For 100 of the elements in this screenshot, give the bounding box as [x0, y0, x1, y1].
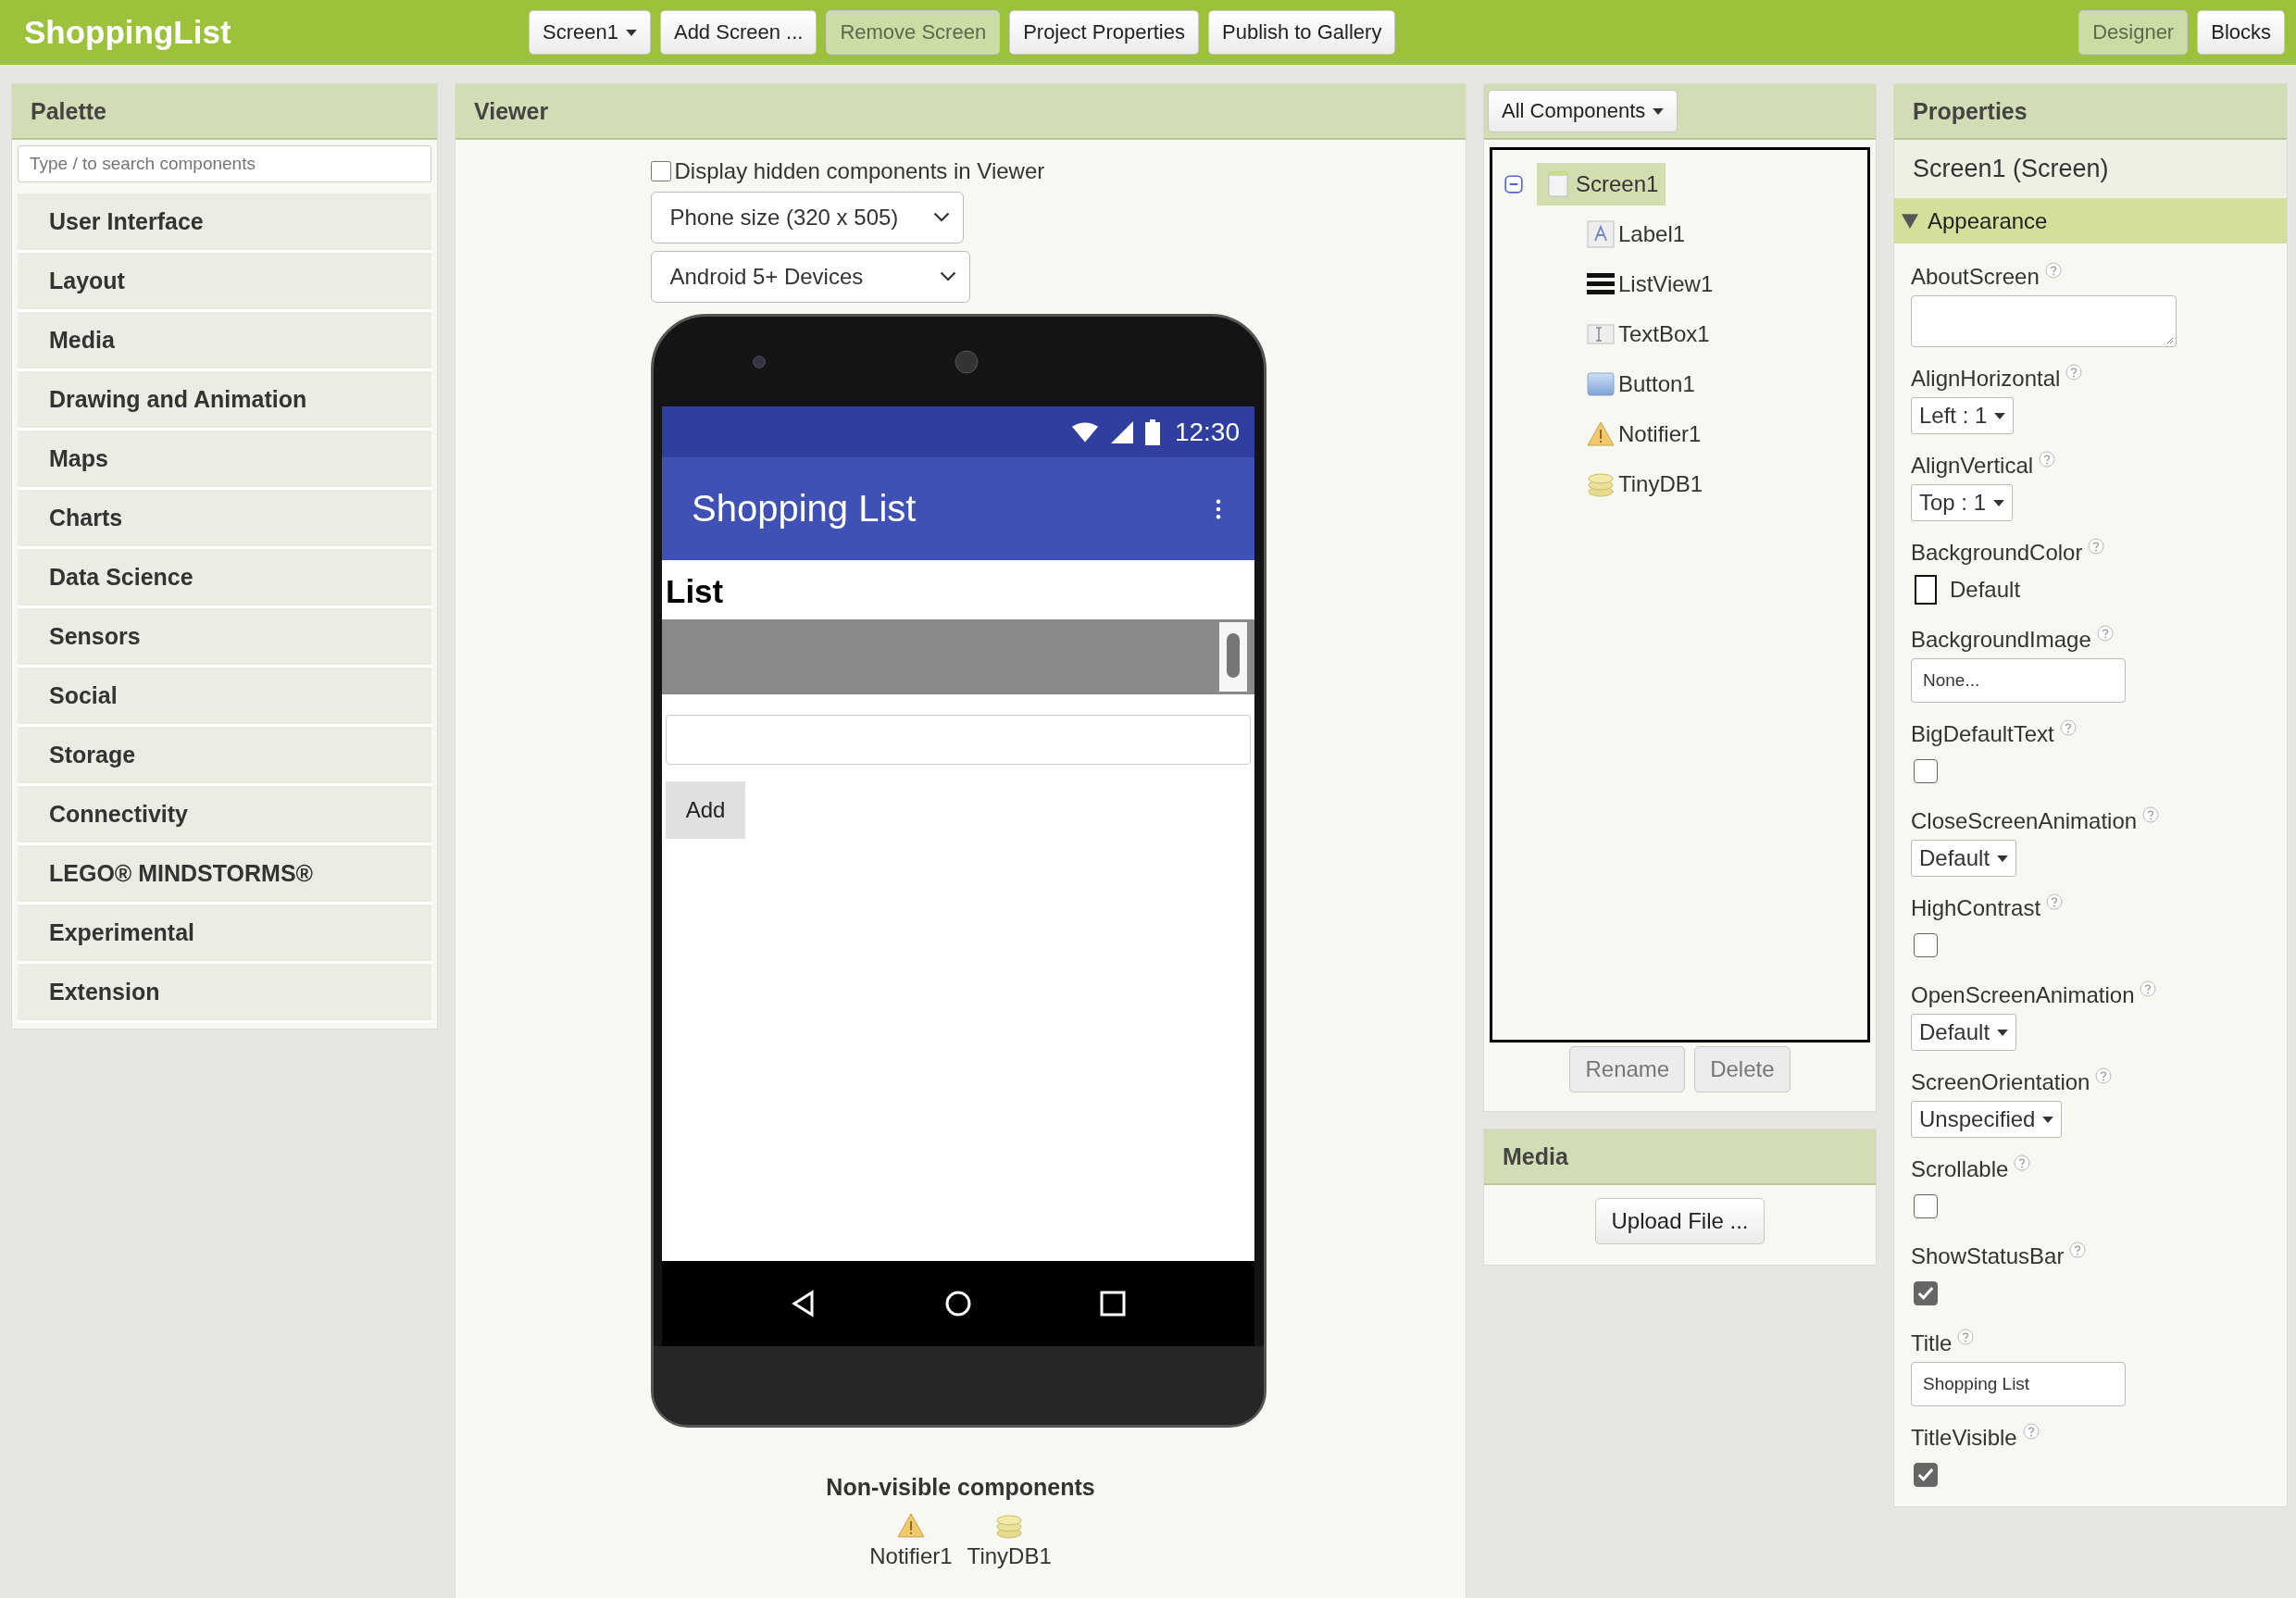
palette-category[interactable]: Storage — [18, 727, 431, 786]
device-select[interactable]: Android 5+ Devices — [650, 251, 970, 303]
palette-category[interactable]: Maps — [18, 431, 431, 490]
property-label: ScreenOrientation — [1911, 1069, 2090, 1095]
add-button[interactable]: Add — [666, 781, 745, 839]
palette-category[interactable]: Sensors — [18, 608, 431, 668]
panel-header: Palette — [12, 84, 437, 140]
help-icon[interactable] — [2059, 719, 2077, 736]
upload-button[interactable]: Upload File ... — [1595, 1198, 1765, 1244]
phone-size-select[interactable]: Phone size (320 x 505) — [650, 192, 964, 243]
tree-item[interactable]: Label1 — [1579, 213, 1693, 256]
non-visible-title: Non-visible components — [825, 1474, 1096, 1501]
collapse-icon[interactable] — [1504, 174, 1524, 194]
checkbox[interactable] — [650, 161, 671, 181]
recents-icon[interactable] — [1098, 1290, 1127, 1317]
help-icon[interactable] — [1957, 1329, 1975, 1345]
palette-category[interactable]: Social — [18, 668, 431, 727]
screen-dropdown[interactable]: Screen1 — [529, 10, 651, 55]
view-toggle-button[interactable]: Designer — [2078, 10, 2189, 55]
status-time: 12:30 — [1174, 417, 1240, 447]
palette-category[interactable]: LEGO® MINDSTORMS® — [18, 845, 431, 905]
color-value[interactable]: Default — [1950, 577, 2021, 603]
caret-icon — [1994, 412, 2006, 419]
palette-category[interactable]: Media — [18, 312, 431, 371]
caret-icon — [1993, 499, 2005, 506]
text-field[interactable]: Shopping List — [1911, 1362, 2126, 1406]
toolbar-button[interactable]: Project Properties — [1009, 10, 1199, 55]
list-label: List — [665, 572, 725, 611]
battery-icon — [1144, 418, 1160, 445]
palette-category[interactable]: User Interface — [18, 194, 431, 253]
property-dropdown[interactable]: Default — [1911, 840, 2017, 877]
wifi-icon — [1070, 419, 1099, 444]
property-label: AlignVertical — [1911, 453, 2034, 479]
checkbox-label: Display hidden components in Viewer — [674, 158, 1045, 184]
palette-category[interactable]: Experimental — [18, 905, 431, 964]
help-icon[interactable] — [2022, 1423, 2040, 1440]
property-dropdown[interactable]: Default — [1911, 1014, 2017, 1051]
caret-icon — [1997, 1029, 2009, 1036]
palette-category[interactable]: Drawing and Animation — [18, 371, 431, 431]
chevron-icon — [932, 212, 950, 223]
palette-category[interactable]: Extension — [18, 964, 431, 1023]
property-label: HighContrast — [1911, 895, 2041, 921]
view-toggle-button[interactable]: Blocks — [2197, 10, 2285, 55]
panel-header: Properties — [1894, 84, 2287, 140]
help-icon[interactable] — [2096, 625, 2114, 642]
warning-icon — [896, 1512, 925, 1540]
palette-category[interactable]: Charts — [18, 490, 431, 549]
checkbox[interactable] — [1914, 1194, 1938, 1218]
filter-dropdown[interactable]: All Components — [1488, 90, 1678, 132]
component-name: Notifier1 — [869, 1543, 953, 1569]
palette-category[interactable]: Data Science — [18, 549, 431, 608]
triangle-icon — [1902, 213, 1918, 229]
text-area[interactable] — [1911, 295, 2177, 347]
property-label: Scrollable — [1911, 1156, 2009, 1182]
help-icon[interactable] — [2069, 1242, 2087, 1258]
property-label: Title — [1911, 1330, 1953, 1356]
toolbar-button[interactable]: Add Screen ... — [659, 10, 817, 55]
caret-icon — [2042, 1116, 2054, 1123]
home-icon[interactable] — [944, 1290, 972, 1317]
property-dropdown[interactable]: Left : 1 — [1911, 397, 2015, 434]
search-field[interactable]: Type / to search components — [18, 145, 431, 182]
help-icon[interactable] — [2039, 451, 2056, 468]
tree-item[interactable]: ListView1 — [1579, 263, 1721, 306]
property-label: BackgroundColor — [1911, 540, 2083, 566]
text-box[interactable] — [666, 715, 1251, 765]
property-group-header[interactable]: Appearance — [1894, 198, 2287, 243]
letter-a-icon — [1587, 220, 1615, 248]
checkbox[interactable] — [1914, 759, 1938, 783]
tree-item[interactable]: TextBox1 — [1579, 313, 1717, 356]
tree-item[interactable]: Notifier1 — [1579, 413, 1709, 456]
panel-header: Media — [1484, 1130, 1876, 1185]
checkbox[interactable] — [1914, 1463, 1938, 1487]
help-icon[interactable] — [2142, 806, 2160, 823]
tree-item[interactable]: Screen1 — [1537, 163, 1666, 206]
help-icon[interactable] — [2014, 1155, 2031, 1171]
text-field[interactable]: None... — [1911, 658, 2126, 703]
toolbar-button[interactable]: Publish to Gallery — [1208, 10, 1396, 55]
help-icon[interactable] — [2095, 1067, 2113, 1084]
help-icon[interactable] — [2044, 262, 2062, 279]
speaker-icon — [953, 347, 980, 376]
tree-item[interactable]: TinyDB1 — [1579, 463, 1711, 506]
app-bar-title: Shopping List — [692, 488, 917, 530]
help-icon[interactable] — [2046, 893, 2064, 910]
property-label: TitleVisible — [1911, 1425, 2017, 1451]
property-dropdown[interactable]: Unspecified — [1911, 1101, 2063, 1138]
tree-item[interactable]: Button1 — [1579, 363, 1703, 406]
database-icon — [1587, 470, 1615, 498]
color-swatch[interactable] — [1915, 575, 1937, 605]
checkbox[interactable] — [1914, 1281, 1938, 1305]
help-icon[interactable] — [2088, 538, 2105, 555]
chevron-icon — [939, 271, 956, 282]
property-dropdown[interactable]: Top : 1 — [1911, 484, 2014, 521]
component-name: TinyDB1 — [967, 1543, 1052, 1569]
checkbox[interactable] — [1914, 933, 1938, 957]
help-icon[interactable] — [2140, 980, 2157, 997]
button-block-icon — [1587, 370, 1615, 398]
palette-category[interactable]: Layout — [18, 253, 431, 312]
help-icon[interactable] — [2065, 364, 2083, 381]
database-icon — [995, 1512, 1024, 1540]
palette-category[interactable]: Connectivity — [18, 786, 431, 845]
